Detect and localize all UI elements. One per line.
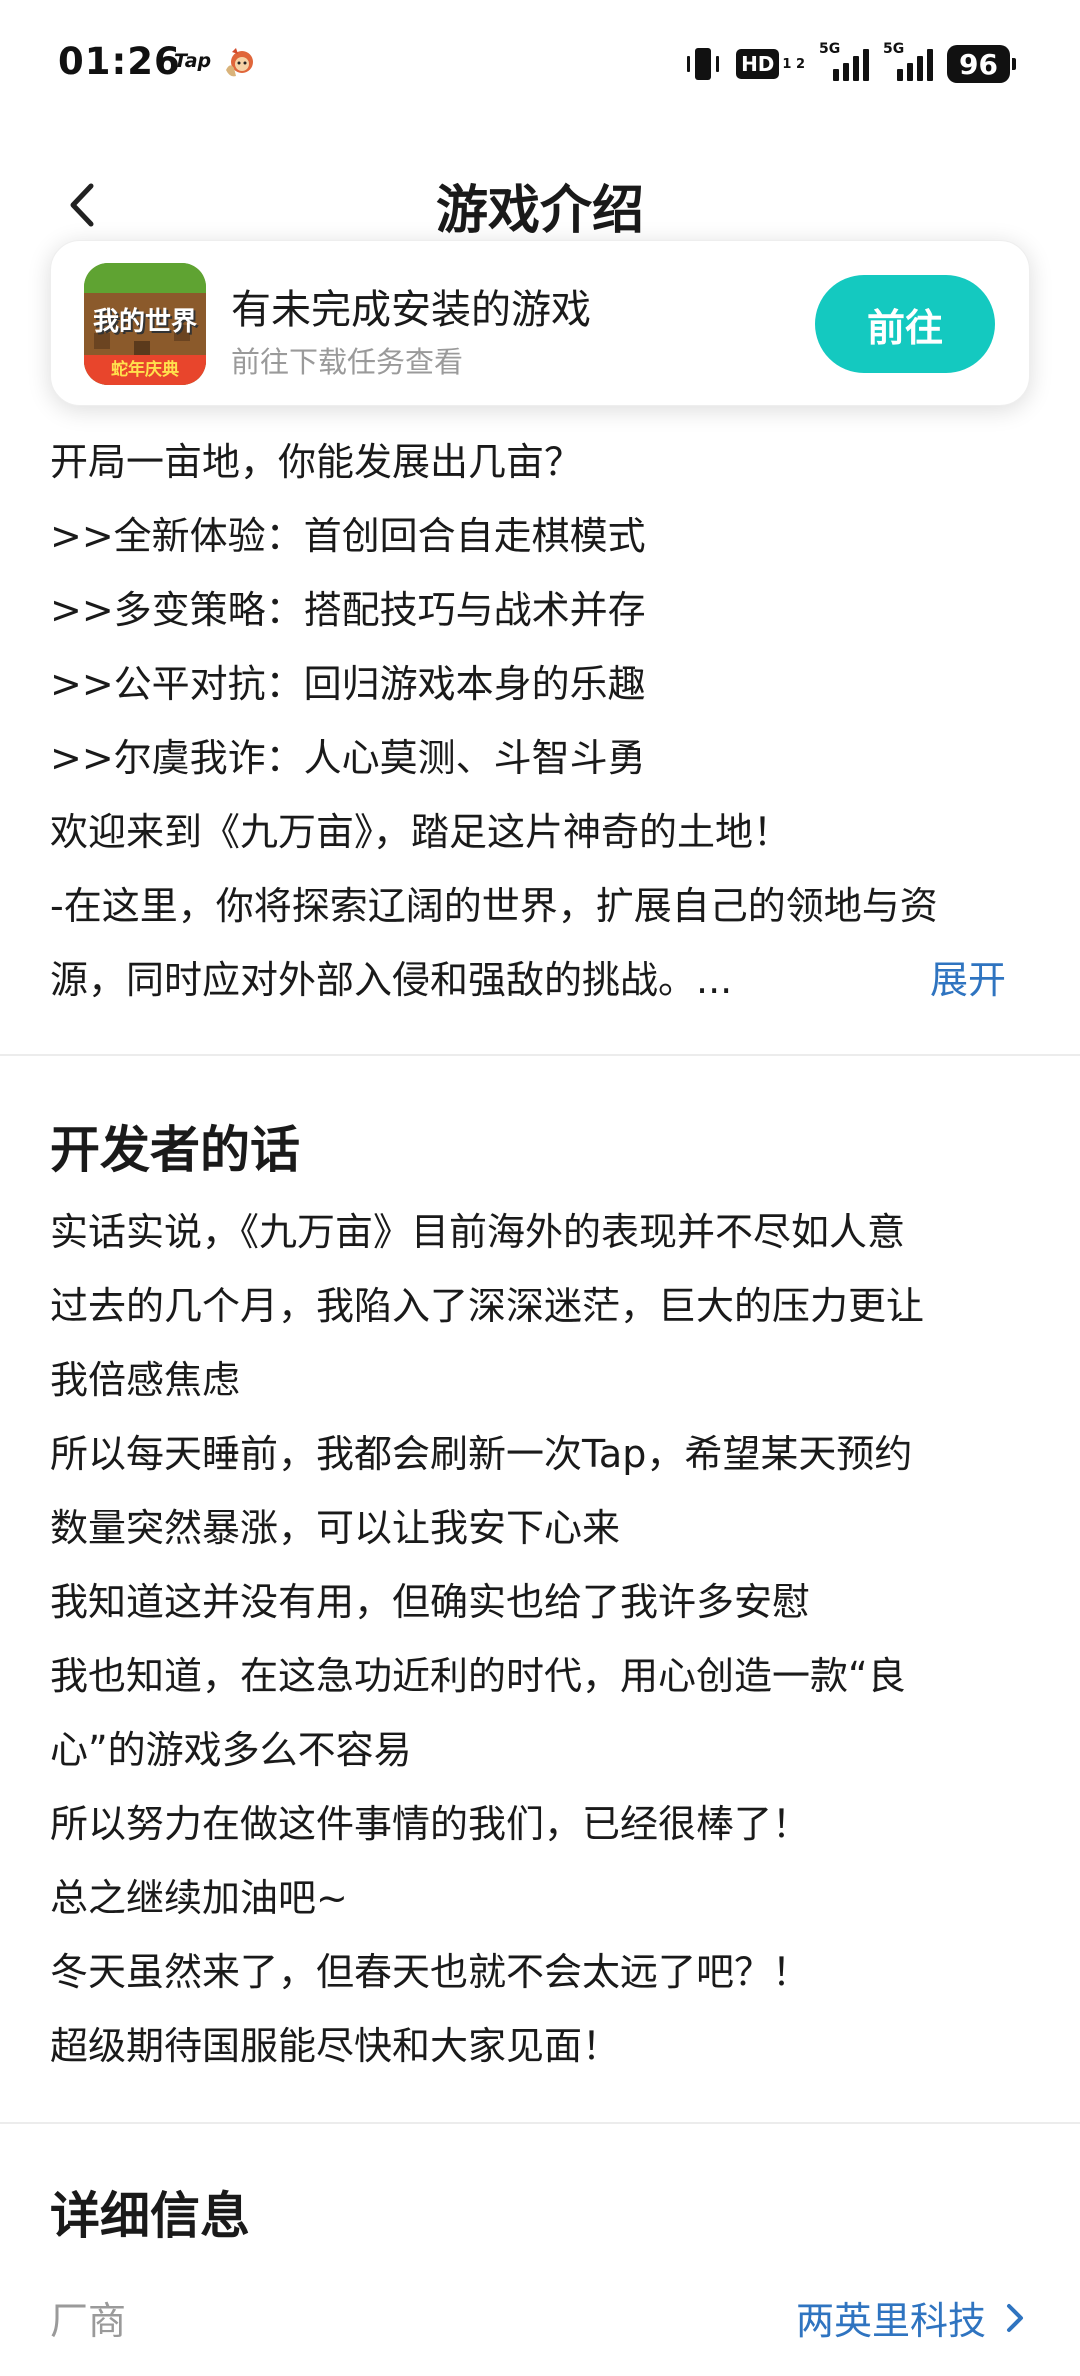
minecraft-app-icon: 我的世界 蛇年庆典 [84,263,206,385]
intro-line: 源，同时应对外部入侵和强敌的挑战。... 展开 [50,943,1040,1017]
developer-line: 实话实说，《九万亩》目前海外的表现并不尽如人意 [50,1210,906,1254]
game-intro: 开局一亩地，你能发展出几亩？ >>全新体验：首创回合自走棋模式 >>多变策略：搭… [50,425,1040,1017]
developer-line: 数量突然暴涨，可以让我安下心来 [50,1506,621,1550]
status-time: 01:26 [58,40,181,83]
intro-line: >>尔虞我诈：人心莫测、斗智斗勇 [50,736,646,780]
intro-line: -在这里，你将探索辽阔的世界，扩展自己的领地与资 [50,884,938,928]
section-divider [0,2122,1080,2124]
intro-line: >>全新体验：首创回合自走棋模式 [50,514,646,558]
hd-label: HD [736,49,780,79]
app-icon-title: 我的世界 [92,307,197,337]
chevron-right-icon [1007,2304,1023,2332]
developer-message: 实话实说，《九万亩》目前海外的表现并不尽如人意 过去的几个月，我陷入了深深迷茫，… [50,1195,1040,2083]
banner-title: 有未完成安装的游戏 [231,287,591,333]
intro-line: 开局一亩地，你能发展出几亩？ [50,440,583,484]
vibrate-icon [687,48,720,80]
pending-install-banner[interactable]: 我的世界 蛇年庆典 有未完成安装的游戏 前往下载任务查看 前往 [50,240,1030,406]
developer-line: 心”的游戏多么不容易 [50,1728,412,1772]
signal-label-sim1: 5G [819,41,841,57]
details-section-title: 详细信息 [50,2187,250,2245]
developer-line: 我知道这并没有用，但确实也给了我许多安慰 [50,1580,811,1624]
status-bar: 01:26 Tap HD 1 2 5G 5G 96 [0,0,1080,130]
developer-section-title: 开发者的话 [50,1121,300,1179]
go-to-downloads-button[interactable]: 前往 [815,275,995,373]
tap-notification-icon: Tap [174,50,212,72]
developer-line: 我也知道，在这急功近利的时代，用心创造一款“良 [50,1654,906,1698]
vendor-row[interactable]: 厂商 两英里科技 [50,2290,1030,2356]
developer-line: 我倍感焦虑 [50,1358,241,1402]
intro-line: >>多变策略：搭配技巧与战术并存 [50,588,646,632]
battery-icon: 96 [947,45,1016,83]
hd-voice-icon: HD 1 2 [736,49,805,79]
signal-icon-sim1: 5G [819,41,870,81]
page-title: 游戏介绍 [435,181,644,241]
expand-link[interactable]: 展开 [930,943,1006,1017]
intro-line: >>公平对抗：回归游戏本身的乐趣 [50,662,646,706]
signal-label-sim2: 5G [883,41,905,57]
intro-line-text: 源，同时应对外部入侵和强敌的挑战。... [50,958,733,1002]
mascot-notification-icon [226,48,253,77]
developer-line: 总之继续加油吧~ [50,1876,348,1920]
intro-line: 欢迎来到《九万亩》，踏足这片神奇的土地！ [50,810,792,854]
section-divider [0,1054,1080,1056]
app-icon-ribbon: 蛇年庆典 [84,355,206,385]
status-icons: HD 1 2 5G 5G 96 [684,41,1016,86]
developer-line: 过去的几个月，我陷入了深深迷茫，巨大的压力更让 [50,1284,925,1328]
vendor-label: 厂商 [50,2299,127,2343]
vendor-link[interactable]: 两英里科技 [796,2290,986,2345]
developer-line: 所以努力在做这件事情的我们，已经很棒了！ [50,1802,811,1846]
developer-line: 超级期待国服能尽快和大家见面！ [50,2024,621,2068]
signal-icon-sim2: 5G [883,41,934,81]
developer-line: 所以每天睡前，我都会刷新一次Tap，希望某天预约 [50,1432,913,1476]
hd-sub: 1 2 [782,56,806,72]
developer-line: 冬天虽然来了，但春天也就不会太远了吧？！ [50,1950,811,1994]
banner-subtitle: 前往下载任务查看 [231,345,464,379]
